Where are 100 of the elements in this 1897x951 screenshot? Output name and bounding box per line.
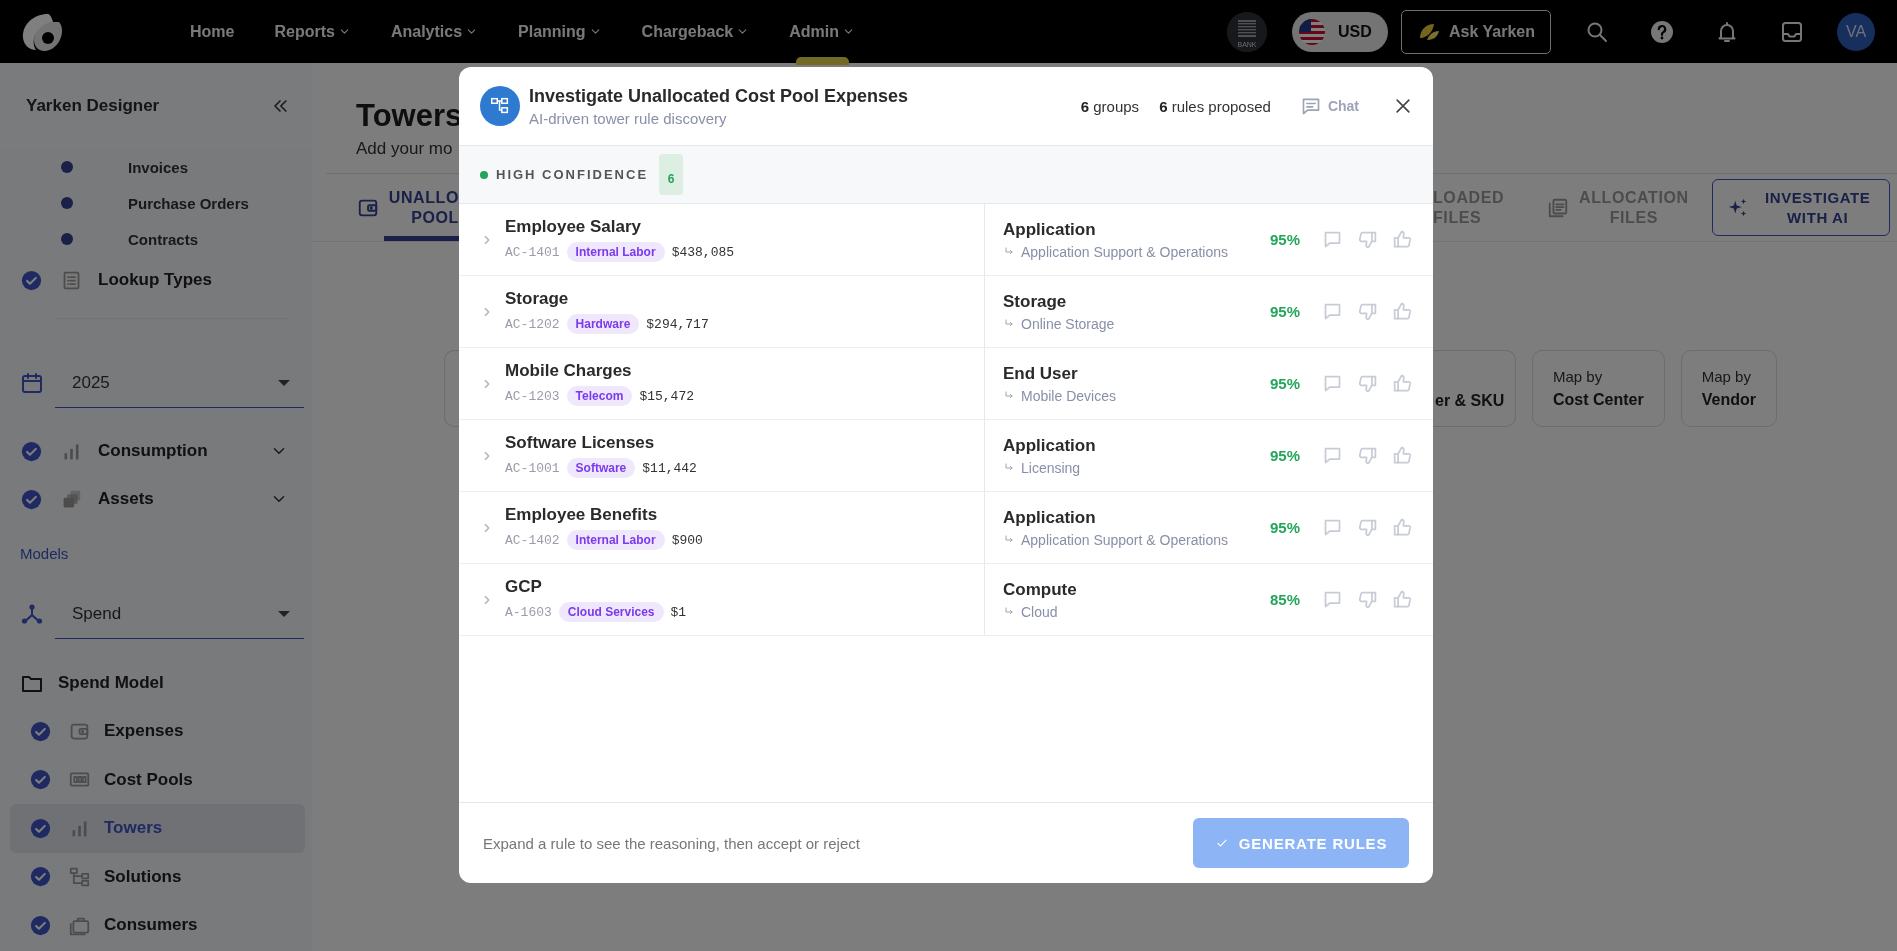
year-select[interactable]: 2025 — [55, 358, 304, 408]
ask-button[interactable]: Ask Yarken — [1401, 9, 1551, 54]
page-title: Towers — [356, 97, 463, 135]
sidebar-item[interactable]: Cost Pools — [10, 755, 305, 804]
dialog-title: Investigate Unallocated Cost Pool Expenses — [529, 85, 909, 107]
status-dot — [480, 170, 488, 179]
model-select[interactable]: Spend — [55, 589, 304, 639]
sidebar-title: Yarken Designer — [26, 96, 160, 116]
nav-menu-item[interactable]: Reports — [274, 0, 351, 63]
mapping-card[interactable]: Map by Vendor — [1680, 350, 1777, 427]
rule-expander[interactable]: GCP A-1603 Cloud Services $1 — [459, 564, 985, 635]
inbox-icon[interactable] — [1779, 19, 1804, 44]
amount: $900 — [671, 532, 703, 548]
bullet-dot — [61, 197, 73, 209]
comment-icon[interactable] — [1322, 229, 1343, 250]
comment-icon[interactable] — [1322, 517, 1343, 538]
nav-menu-item[interactable]: Home — [190, 0, 235, 63]
account-code: AC-1402 — [505, 532, 560, 548]
sidebar-item[interactable]: Solutions — [10, 852, 305, 901]
sidebar-item[interactable]: Contracts — [128, 230, 198, 248]
rule-name: Employee Salary — [505, 217, 643, 237]
sidebar-item[interactable]: Expenses — [10, 707, 305, 756]
thumbs-down-icon[interactable] — [1357, 373, 1378, 394]
thumbs-down-icon[interactable] — [1357, 445, 1378, 466]
caret-down-icon — [278, 379, 290, 386]
thumbs-up-icon[interactable] — [1392, 517, 1413, 538]
comment-icon[interactable] — [1322, 301, 1343, 322]
sidebar-item[interactable]: Consumption — [98, 441, 208, 461]
rule-name: Employee Benefits — [505, 505, 659, 525]
sidebar-item[interactable]: Lookup Types — [98, 270, 212, 290]
sub-tower-name: Cloud — [1021, 603, 1058, 620]
sidebar-item[interactable]: Consumers — [10, 901, 305, 950]
sub-tower-name: Mobile Devices — [1021, 387, 1116, 404]
nav-menu-item[interactable]: Analytics — [390, 0, 479, 63]
rule-expander[interactable]: Storage AC-1202 Hardware $294,717 — [459, 276, 985, 347]
calendar-icon — [20, 371, 44, 395]
user-avatar[interactable]: VA — [1837, 12, 1875, 51]
sidebar-section-title: Spend Model — [58, 673, 164, 693]
rule-expander[interactable]: Employee Salary AC-1401 Internal Labor $438,085 — [459, 204, 985, 275]
nav-menu-item[interactable]: Chargeback — [641, 0, 750, 63]
rule-name: GCP — [505, 577, 543, 597]
rule-expander[interactable]: Employee Benefits AC-1402 Internal Labor $900 — [459, 492, 985, 563]
hierarchy-icon — [20, 602, 44, 626]
investigate-button[interactable]: INVESTIGATE WITH AI — [1711, 179, 1890, 236]
rules-count: 6 rules proposed — [1159, 97, 1271, 115]
chat-icon — [1300, 96, 1321, 116]
rule-name: Software Licenses — [505, 433, 656, 453]
thumbs-down-icon[interactable] — [1357, 301, 1378, 322]
comment-icon[interactable] — [1322, 373, 1343, 394]
tower-name: Application — [1003, 507, 1097, 528]
rule-expander[interactable]: Mobile Charges AC-1203 Telecom $15,472 — [459, 348, 985, 419]
thumbs-up-icon[interactable] — [1392, 589, 1413, 610]
amount: $438,085 — [671, 244, 735, 260]
currency-toggle[interactable]: USD — [1292, 11, 1388, 52]
help-icon[interactable] — [1649, 19, 1674, 44]
comment-icon[interactable] — [1322, 589, 1343, 610]
thumbs-down-icon[interactable] — [1357, 229, 1378, 250]
category-tag: Internal Labor — [566, 242, 665, 262]
bank-icon — [1227, 11, 1267, 52]
sidebar-item[interactable]: Invoices — [128, 158, 189, 176]
close-icon[interactable] — [1393, 96, 1413, 116]
org-chart-icon — [69, 866, 90, 888]
thumbs-down-icon[interactable] — [1357, 589, 1378, 610]
sidebar-item[interactable]: Purchase Orders — [128, 194, 249, 212]
category-tag: Hardware — [566, 314, 640, 334]
flag-icon — [1299, 18, 1325, 45]
nav-menu-item[interactable]: Planning — [518, 0, 602, 63]
thumbs-up-icon[interactable] — [1392, 373, 1413, 394]
thumbs-up-icon[interactable] — [1392, 445, 1413, 466]
rule-expander[interactable]: Software Licenses AC-1001 Software $11,442 — [459, 420, 985, 491]
account-code: AC-1001 — [505, 460, 560, 476]
sidebar-item[interactable]: Towers — [10, 804, 305, 853]
footer-hint: Expand a rule to see the reasoning, then accept or reject — [483, 834, 860, 852]
caret-down-icon — [278, 610, 290, 617]
section-label: Models — [19, 545, 70, 564]
tower-name: Application — [1003, 219, 1097, 240]
account-code: AC-1202 — [505, 316, 560, 332]
thumbs-up-icon[interactable] — [1392, 229, 1413, 250]
tower-name: Storage — [1003, 291, 1068, 312]
comment-icon[interactable] — [1322, 445, 1343, 466]
account-code: A-1603 — [505, 604, 552, 620]
sidebar-item[interactable]: Assets — [98, 489, 154, 509]
rule-name: Mobile Charges — [505, 361, 633, 381]
amount: $294,717 — [646, 316, 709, 332]
chat-button[interactable]: Chat — [1300, 96, 1359, 116]
nav-menu-item[interactable]: Admin — [789, 0, 855, 63]
sub-tower-name: Licensing — [1021, 459, 1081, 476]
mapping-card[interactable]: Map by Cost Center — [1532, 350, 1665, 427]
amount: $1 — [670, 604, 687, 620]
account-code: AC-1401 — [505, 244, 560, 260]
category-tag: Cloud Services — [558, 602, 664, 622]
confidence-percent: 95% — [1269, 231, 1300, 248]
account-code: AC-1203 — [505, 388, 560, 404]
rule-name: Storage — [505, 289, 570, 309]
thumbs-up-icon[interactable] — [1392, 301, 1413, 322]
confidence-label: HIGH CONFIDENCE — [496, 167, 649, 182]
sub-tower-name: Application Support & Operations — [1021, 531, 1228, 548]
active-indicator — [796, 57, 850, 65]
thumbs-down-icon[interactable] — [1357, 517, 1378, 538]
list-icon — [61, 269, 82, 291]
